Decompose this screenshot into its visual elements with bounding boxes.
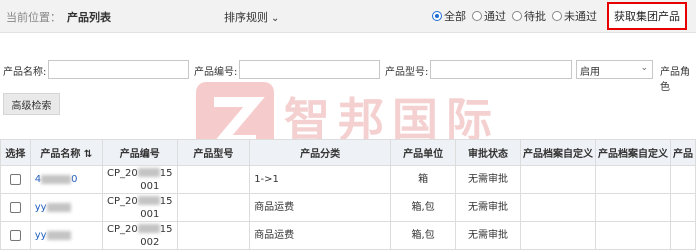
product-name-link[interactable]: yy: [35, 230, 71, 241]
col-custom-2: 产品档案自定义: [594, 139, 671, 166]
col-product-unit: 产品单位: [390, 139, 457, 166]
product-unit-cell: 箱,包: [390, 193, 457, 222]
approval-status-cell: 无需审批: [455, 221, 521, 250]
filter-all-radio[interactable]: 全部: [432, 8, 466, 24]
more-cell: [669, 221, 696, 250]
more-cell: [669, 165, 696, 194]
col-product-category: 产品分类: [249, 139, 392, 166]
row-checkbox-cell: [0, 221, 31, 250]
location-label: 当前位置：: [6, 11, 61, 24]
status-select[interactable]: 启用 ⌄: [576, 60, 653, 79]
col-custom-1: 产品档案自定义: [519, 139, 596, 166]
product-model-cell: [176, 193, 251, 222]
custom-cell: [594, 165, 671, 194]
product-model-cell: [176, 221, 251, 250]
row-checkbox-cell: [0, 165, 31, 194]
product-name-cell: yy: [29, 193, 103, 222]
row-checkbox[interactable]: [9, 173, 21, 185]
redacted-text: [46, 230, 71, 240]
table-row: 40 CP_20 15 001 1->1 箱 无需审批: [0, 165, 696, 194]
filter-all-label: 全部: [444, 10, 466, 23]
product-name-label: 产品名称:: [3, 67, 47, 78]
redacted-text: [46, 202, 71, 212]
product-category-cell: 商品运费: [249, 193, 392, 222]
radio-indicator: [432, 11, 442, 21]
product-model-label: 产品型号:: [385, 67, 429, 78]
product-name-link[interactable]: yy: [35, 202, 71, 213]
search-row: 产品名称: 产品编号: 产品型号: 启用 ⌄ 产品角色: [0, 60, 696, 93]
col-approval-status: 审批状态: [455, 139, 521, 166]
row-checkbox[interactable]: [9, 229, 21, 241]
custom-cell: [519, 193, 596, 222]
product-code-label: 产品编号:: [194, 67, 238, 78]
table-header-row: 选择 产品名称 ⇅ 产品编号 产品型号 产品分类 产品单位 审批状态 产品档案自…: [0, 139, 696, 166]
custom-cell: [519, 165, 596, 194]
location-value: 产品列表: [67, 11, 111, 24]
redacted-text: [137, 168, 160, 177]
product-name-input[interactable]: [48, 60, 189, 79]
more-cell: [669, 193, 696, 222]
redacted-text: [137, 224, 160, 233]
chevron-down-icon: ⌄: [271, 13, 280, 24]
redacted-text: [137, 196, 160, 205]
fetch-group-products-button[interactable]: 获取集团产品: [607, 2, 687, 30]
col-product-code: 产品编号: [101, 139, 178, 166]
status-select-value: 启用: [580, 67, 600, 78]
product-unit-cell: 箱,包: [390, 221, 457, 250]
redacted-text: [41, 174, 72, 184]
sort-rule-label: 排序规则: [224, 11, 268, 24]
custom-cell: [519, 221, 596, 250]
product-category-cell: 1->1: [249, 165, 392, 194]
product-code-cell: CP_20 15 002: [101, 221, 178, 250]
product-name-cell: yy: [29, 221, 103, 250]
col-more: 产品: [669, 139, 696, 166]
product-category-cell: 商品运费: [249, 221, 392, 250]
product-unit-cell: 箱: [390, 165, 457, 194]
filter-passed-radio[interactable]: 通过: [472, 8, 506, 24]
filter-passed-label: 通过: [484, 10, 506, 23]
table-row: yy CP_20 15 002 商品运费 箱,包 无需审批: [0, 221, 696, 250]
radio-indicator: [552, 11, 562, 21]
custom-cell: [594, 221, 671, 250]
filter-rejected-label: 未通过: [564, 10, 597, 23]
advanced-search-button[interactable]: 高级检索: [3, 93, 60, 115]
table-row: yy CP_20 15 001 商品运费 箱,包 无需审批: [0, 193, 696, 222]
filter-rejected-radio[interactable]: 未通过: [552, 8, 597, 24]
custom-cell: [594, 193, 671, 222]
product-code-cell: CP_20 15 001: [101, 193, 178, 222]
product-name-link[interactable]: 40: [35, 174, 78, 185]
sort-rule-dropdown[interactable]: 排序规则 ⌄: [224, 9, 279, 25]
product-angle-label: 产品角色: [660, 67, 690, 93]
col-select: 选择: [0, 139, 31, 166]
radio-indicator: [512, 11, 522, 21]
product-model-cell: [176, 165, 251, 194]
product-code-input[interactable]: [239, 60, 380, 79]
product-name-cell: 40: [29, 165, 103, 194]
status-filter-group: 全部 通过 待批 未通过: [432, 8, 603, 24]
product-table: 选择 产品名称 ⇅ 产品编号 产品型号 产品分类 产品单位 审批状态 产品档案自…: [0, 139, 696, 250]
product-code-cell: CP_20 15 001: [101, 165, 178, 194]
product-model-input[interactable]: [430, 60, 572, 79]
filter-pending-radio[interactable]: 待批: [512, 8, 546, 24]
col-product-name[interactable]: 产品名称 ⇅: [29, 139, 103, 166]
col-product-model: 产品型号: [176, 139, 251, 166]
top-bar: 当前位置： 产品列表 排序规则 ⌄ 全部 通过 待批 未通过 获取集团产品: [0, 0, 696, 33]
row-checkbox-cell: [0, 193, 31, 222]
chevron-down-icon: ⌄: [640, 63, 648, 73]
approval-status-cell: 无需审批: [455, 165, 521, 194]
approval-status-cell: 无需审批: [455, 193, 521, 222]
filter-pending-label: 待批: [524, 10, 546, 23]
radio-indicator: [472, 11, 482, 21]
row-checkbox[interactable]: [9, 201, 21, 213]
